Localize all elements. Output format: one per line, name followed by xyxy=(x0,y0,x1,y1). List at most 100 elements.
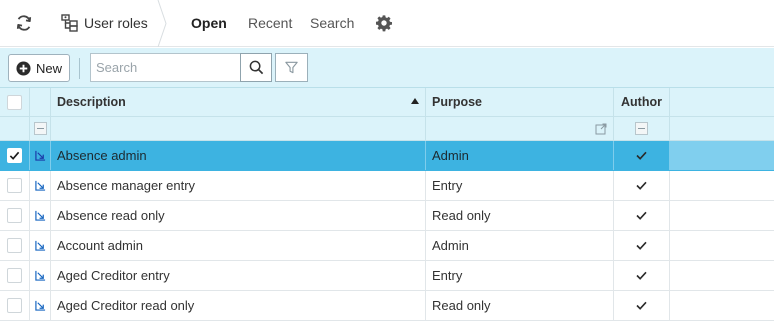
row-link-cell xyxy=(30,201,51,230)
row-empty-cell xyxy=(670,291,774,320)
row-checkbox[interactable] xyxy=(7,208,22,223)
row-checkbox[interactable] xyxy=(7,268,22,283)
filter-funnel-icon xyxy=(285,61,298,74)
filter-empty-cell xyxy=(670,117,774,140)
author-cell xyxy=(614,231,670,260)
tab-recent[interactable]: Recent xyxy=(248,15,292,31)
filter-link-cell xyxy=(30,117,51,140)
row-select-cell xyxy=(0,171,30,200)
purpose-filter-cell[interactable] xyxy=(426,117,614,140)
plus-circle-icon xyxy=(16,60,31,76)
purpose-cell: Entry xyxy=(426,171,614,200)
row-select-cell xyxy=(0,201,30,230)
row-checkbox[interactable] xyxy=(7,178,22,193)
description-cell: Account admin xyxy=(51,231,426,260)
grid-header-row: Description Purpose Author xyxy=(0,88,774,117)
link-filter-toggle[interactable] xyxy=(33,122,47,135)
module-title[interactable]: User roles xyxy=(61,12,148,34)
settings-gear-icon[interactable] xyxy=(375,14,393,32)
search-icon xyxy=(249,60,263,75)
tab-open[interactable]: Open xyxy=(191,15,227,31)
author-check-icon xyxy=(636,271,647,280)
row-checkbox[interactable] xyxy=(7,238,22,253)
purpose-cell: Entry xyxy=(426,261,614,290)
purpose-cell: Read only xyxy=(426,201,614,230)
row-link-cell xyxy=(30,141,51,170)
header-select-cell xyxy=(0,88,30,116)
drilldown-link-icon[interactable] xyxy=(34,270,46,281)
row-select-cell xyxy=(0,261,30,290)
user-roles-grid: Description Purpose Author Absence admin… xyxy=(0,88,774,321)
row-select-cell xyxy=(0,231,30,260)
description-cell: Aged Creditor read only xyxy=(51,291,426,320)
drilldown-link-icon[interactable] xyxy=(34,180,46,191)
author-check-icon xyxy=(636,241,647,250)
row-empty-cell xyxy=(670,231,774,260)
refresh-icon[interactable] xyxy=(14,13,34,33)
top-navigation-bar: User roles Open Recent Search xyxy=(0,0,774,47)
header-empty-cell xyxy=(670,88,774,116)
grid-filter-row xyxy=(0,117,774,141)
table-row[interactable]: Account admin Admin xyxy=(0,231,774,261)
author-filter-toggle[interactable] xyxy=(635,122,648,135)
column-header-purpose-label: Purpose xyxy=(432,95,483,109)
table-row[interactable]: Aged Creditor entry Entry xyxy=(0,261,774,291)
description-cell: Absence admin xyxy=(51,141,426,170)
search-input[interactable] xyxy=(90,53,241,82)
drilldown-link-icon[interactable] xyxy=(34,240,46,251)
tab-search[interactable]: Search xyxy=(310,15,354,31)
column-header-purpose[interactable]: Purpose xyxy=(426,88,614,116)
row-empty-cell xyxy=(670,141,774,170)
author-check-icon xyxy=(636,301,647,310)
module-title-label: User roles xyxy=(84,15,148,31)
author-check-icon xyxy=(636,211,647,220)
table-row[interactable]: Absence manager entry Entry xyxy=(0,171,774,201)
author-cell xyxy=(614,141,670,170)
checkmark-icon xyxy=(9,151,20,160)
drilldown-link-icon[interactable] xyxy=(34,150,46,161)
purpose-cell: Read only xyxy=(426,291,614,320)
drilldown-link-icon[interactable] xyxy=(34,300,46,311)
row-checkbox[interactable] xyxy=(7,298,22,313)
author-cell xyxy=(614,171,670,200)
table-row[interactable]: Aged Creditor read only Read only xyxy=(0,291,774,321)
table-row[interactable]: Absence read only Read only xyxy=(0,201,774,231)
row-link-cell xyxy=(30,171,51,200)
description-cell: Aged Creditor entry xyxy=(51,261,426,290)
row-link-cell xyxy=(30,231,51,260)
author-cell xyxy=(614,291,670,320)
filter-button[interactable] xyxy=(275,53,308,82)
author-check-icon xyxy=(636,151,647,160)
author-cell xyxy=(614,201,670,230)
row-link-cell xyxy=(30,291,51,320)
select-all-checkbox[interactable] xyxy=(7,94,22,110)
search-button[interactable] xyxy=(240,53,272,82)
new-button-label: New xyxy=(36,60,63,76)
filter-select-cell xyxy=(0,117,30,140)
new-button[interactable]: New xyxy=(8,54,70,82)
breadcrumb-separator xyxy=(157,0,167,47)
toolbar: New xyxy=(0,48,774,88)
description-cell: Absence manager entry xyxy=(51,171,426,200)
column-header-author-label: Author xyxy=(621,95,662,109)
row-empty-cell xyxy=(670,171,774,200)
user-roles-icon xyxy=(61,14,78,32)
header-link-cell xyxy=(30,88,51,116)
table-row[interactable]: Absence admin Admin xyxy=(0,141,774,171)
purpose-cell: Admin xyxy=(426,141,614,170)
toolbar-divider xyxy=(79,58,80,79)
sort-ascending-icon xyxy=(411,98,419,104)
column-header-description[interactable]: Description xyxy=(51,88,426,116)
row-select-cell xyxy=(0,141,30,170)
purpose-cell: Admin xyxy=(426,231,614,260)
row-checkbox[interactable] xyxy=(7,148,22,163)
column-header-author[interactable]: Author xyxy=(614,88,670,116)
description-cell: Absence read only xyxy=(51,201,426,230)
description-filter-cell[interactable] xyxy=(51,117,426,140)
author-cell xyxy=(614,261,670,290)
row-empty-cell xyxy=(670,261,774,290)
author-check-icon xyxy=(636,181,647,190)
open-external-icon[interactable] xyxy=(595,123,607,135)
row-empty-cell xyxy=(670,201,774,230)
drilldown-link-icon[interactable] xyxy=(34,210,46,221)
